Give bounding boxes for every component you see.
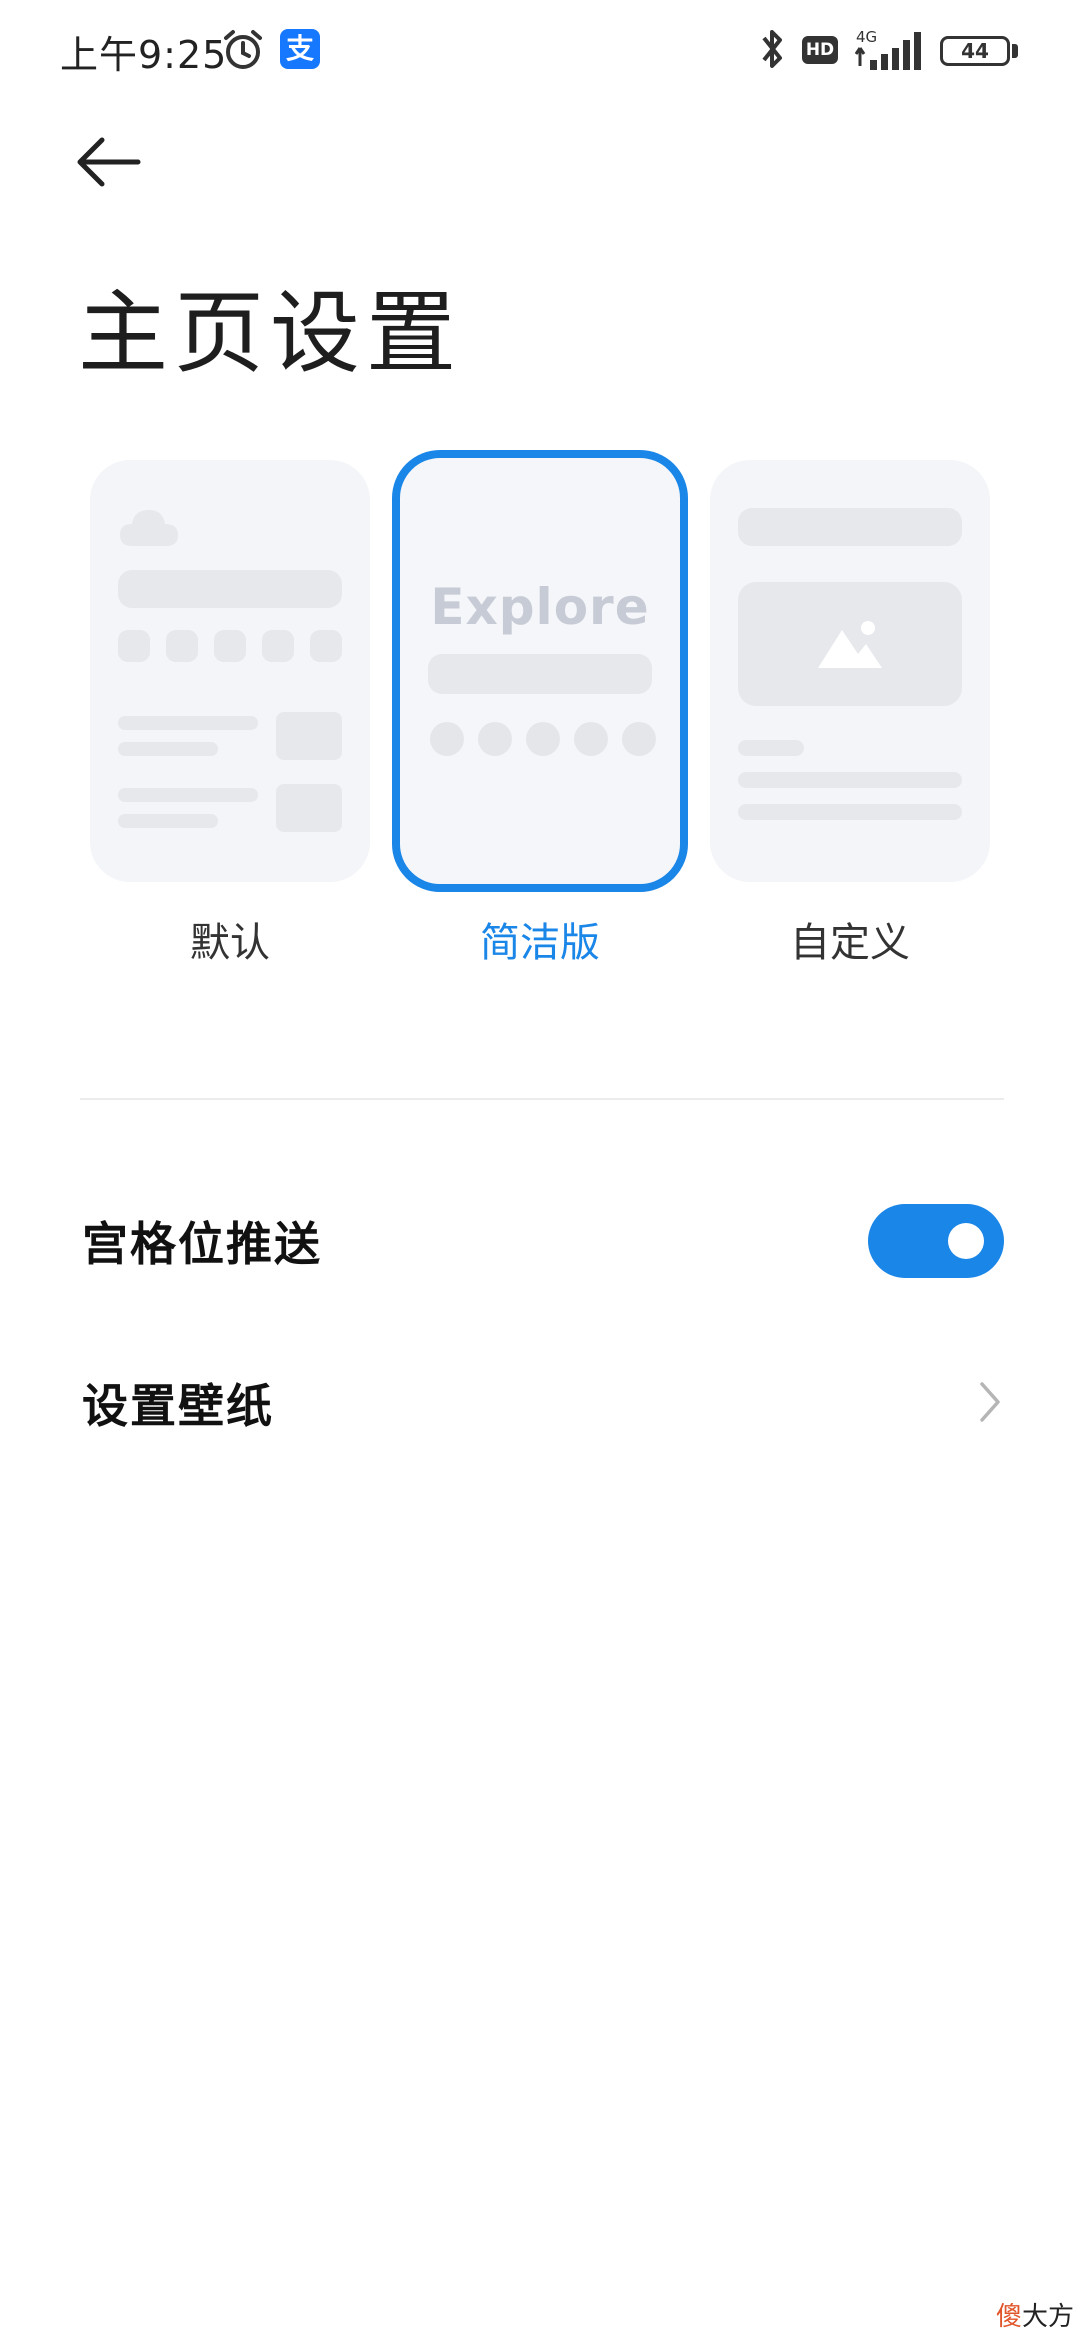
arrow-left-icon[interactable]: [72, 132, 144, 192]
placeholder-line: [118, 716, 258, 730]
status-bar: 上午9:25 支 HD 4G 44: [0, 0, 1080, 100]
cloud-icon: [120, 510, 178, 546]
placeholder-line: [738, 804, 962, 820]
placeholder-bar: [118, 570, 342, 608]
hd-icon: HD: [802, 36, 838, 64]
placeholder-circle: [478, 722, 512, 756]
status-time: 上午9:25: [60, 33, 228, 77]
placeholder-bar: [738, 508, 962, 546]
placeholder-thumb: [276, 784, 342, 832]
section-divider: [80, 1098, 1004, 1100]
watermark-part2: 大方: [1022, 2302, 1075, 2332]
placeholder-line: [738, 740, 804, 756]
placeholder-dot: [214, 630, 246, 662]
alarm-icon: [224, 30, 262, 69]
alipay-icon: 支: [280, 29, 320, 69]
placeholder-line: [118, 814, 218, 828]
chevron-right-icon[interactable]: [978, 1380, 1002, 1424]
placeholder-bar: [428, 654, 652, 694]
wallpaper-label[interactable]: 设置壁纸: [82, 1370, 274, 1436]
placeholder-line: [118, 788, 258, 802]
battery-level: 44: [961, 39, 989, 63]
watermark: 傻大方: [996, 2296, 1074, 2333]
layout-label-default[interactable]: 默认: [80, 910, 380, 968]
placeholder-thumb: [276, 712, 342, 760]
placeholder-dot: [262, 630, 294, 662]
bluetooth-icon: [762, 30, 782, 68]
battery-icon: 44: [940, 36, 1010, 66]
layout-card-default[interactable]: [90, 460, 370, 882]
image-icon: [818, 621, 882, 668]
layout-label-simple[interactable]: 简洁版: [390, 910, 690, 968]
grid-push-toggle[interactable]: [868, 1204, 1004, 1278]
layout-card-custom[interactable]: [710, 460, 990, 882]
placeholder-line: [738, 772, 962, 788]
placeholder-circle: [526, 722, 560, 756]
signal-icon: [854, 32, 921, 70]
toggle-knob: [948, 1223, 984, 1259]
layout-card-simple[interactable]: Explore: [392, 450, 688, 892]
battery-tip: [1012, 44, 1018, 58]
placeholder-dot: [118, 630, 150, 662]
explore-preview-text: Explore: [430, 578, 650, 636]
placeholder-circle: [430, 722, 464, 756]
placeholder-dot: [166, 630, 198, 662]
watermark-part1: 傻: [996, 2302, 1023, 2332]
placeholder-circle: [622, 722, 656, 756]
placeholder-line: [118, 742, 218, 756]
grid-push-label: 宫格位推送: [82, 1217, 322, 1271]
placeholder-circle: [574, 722, 608, 756]
layout-label-custom[interactable]: 自定义: [700, 910, 1000, 968]
placeholder-dot: [310, 630, 342, 662]
page-title: 主页设置: [78, 281, 462, 386]
